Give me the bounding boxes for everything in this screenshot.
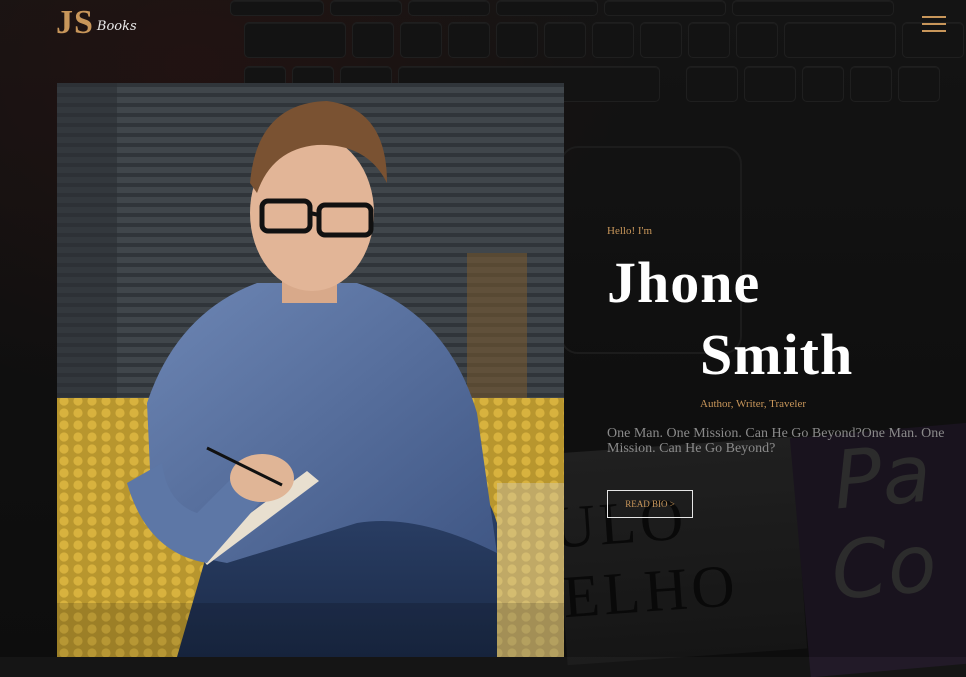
menu-bar [922,16,946,18]
read-bio-button[interactable]: READ BIO > [607,490,693,518]
author-photo-illustration [57,83,564,657]
logo-mark: JS [56,4,94,41]
greeting-text: Hello! I'm [607,225,653,237]
author-last-name: Smith [700,322,854,387]
author-first-name: Jhone [607,250,761,315]
author-photo [57,83,564,657]
author-roles: Author, Writer, Traveler [700,398,807,410]
menu-bar [922,30,946,32]
hero-tagline: One Man. One Mission. Can He Go Beyond?O… [607,426,945,456]
hamburger-menu-icon[interactable] [922,14,948,34]
logo-wordmark: Books [96,19,137,34]
site-logo[interactable]: JS Books [56,4,137,40]
menu-bar [922,23,946,25]
